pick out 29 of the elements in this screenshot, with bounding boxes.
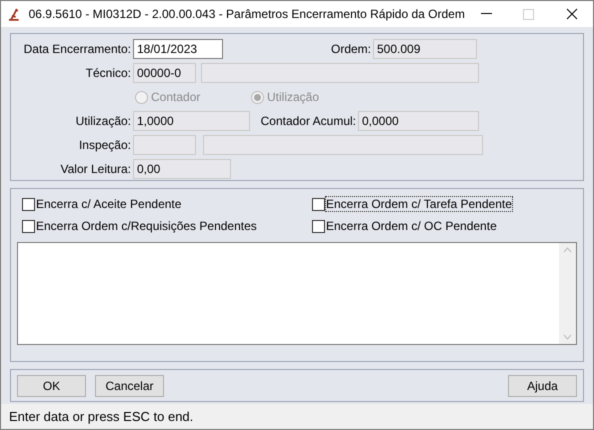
scroll-down-icon[interactable] xyxy=(563,334,572,340)
app-icon xyxy=(7,7,21,21)
text-area[interactable] xyxy=(17,242,577,345)
checkbox[interactable] xyxy=(22,220,35,232)
field-label: Contador Acumul: xyxy=(260,114,357,128)
dialog-button[interactable]: Ajuda xyxy=(508,374,577,396)
field-label: Ordem: xyxy=(330,42,372,56)
field-label: Inspeção: xyxy=(78,138,132,152)
checkbox[interactable] xyxy=(312,220,325,232)
field-label: Valor Leitura: xyxy=(60,162,132,176)
checkbox[interactable] xyxy=(312,198,325,210)
field-label: Técnico: xyxy=(84,66,132,80)
dialog-button[interactable]: OK xyxy=(17,374,86,396)
checkbox-label[interactable]: Encerra Ordem c/Requisições Pendentes xyxy=(36,219,257,233)
window-title: 06.9.5610 - MI0312D - 2.00.00.043 - Parâmetros Encerramento Rápido da Ordem xyxy=(28,7,465,21)
field-label: Data Encerramento: xyxy=(22,42,132,56)
scrollbar[interactable] xyxy=(559,243,576,344)
scroll-up-icon[interactable] xyxy=(563,247,572,253)
close-icon xyxy=(566,8,578,20)
field-label: Utilização: xyxy=(74,114,132,128)
checkbox-label[interactable]: Encerra Ordem c/ Tarefa Pendente xyxy=(326,197,512,211)
dialog-button[interactable]: Cancelar xyxy=(95,374,164,396)
maximize-icon xyxy=(523,8,534,20)
checkbox-label[interactable]: Encerra c/ Aceite Pendente xyxy=(36,197,182,211)
status-bar: Enter data or press ESC to end. xyxy=(1,404,593,429)
checkbox[interactable] xyxy=(22,198,35,210)
minimize-icon xyxy=(480,13,492,15)
checkbox-label[interactable]: Encerra Ordem c/ OC Pendente xyxy=(326,219,497,233)
date-field[interactable]: 18/01/2023 xyxy=(133,39,223,59)
